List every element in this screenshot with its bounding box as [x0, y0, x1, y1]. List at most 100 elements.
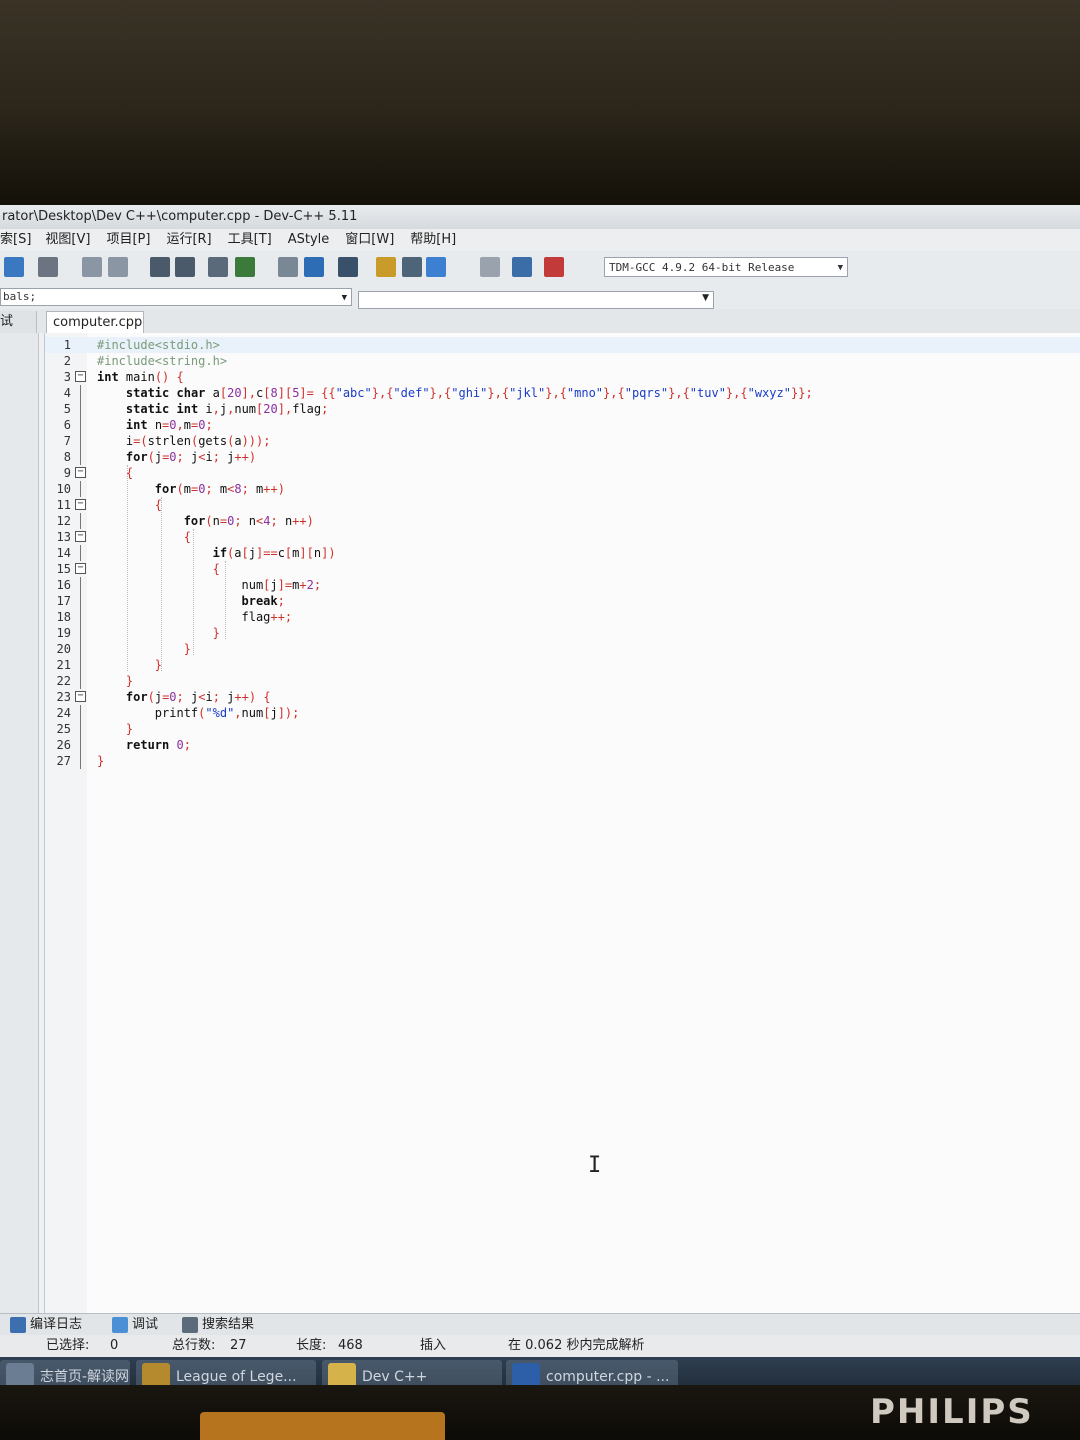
code-text: num[j]=m+2; [97, 578, 322, 592]
menu-item-7[interactable]: 帮助[H] [410, 229, 456, 251]
tab-debug[interactable]: 调试 [110, 1314, 158, 1336]
taskbar-item-1[interactable]: League of Lege... [136, 1360, 316, 1385]
class-combo[interactable]: bals; ▼ [0, 288, 352, 306]
code-line[interactable]: 3− int main() { [45, 369, 1080, 385]
close-icon[interactable] [480, 257, 500, 277]
code-line[interactable]: 4 static char a[20],c[8][5]= {{"abc"},{"… [45, 385, 1080, 401]
redo-icon[interactable] [108, 257, 128, 277]
line-number: 5 [63, 402, 71, 416]
check-icon[interactable] [426, 257, 446, 277]
code-line[interactable]: 12 for(n=0; n<4; n++) [45, 513, 1080, 529]
class-toolbar: bals; ▼ ▼ [0, 285, 1080, 309]
taskbar-item-2[interactable]: Dev C++ [322, 1360, 502, 1385]
code-text: printf("%d",num[j]); [97, 706, 300, 720]
code-line[interactable]: 20 } [45, 641, 1080, 657]
compiler-select-value: TDM-GCC 4.9.2 64-bit Release [609, 261, 795, 274]
tiles-icon[interactable] [402, 257, 422, 277]
taskbar-item-label: Dev C++ [362, 1369, 428, 1385]
code-line[interactable]: 7 i=(strlen(gets(a))); [45, 433, 1080, 449]
code-line[interactable]: 9− { [45, 465, 1080, 481]
function-combo[interactable]: ▼ [358, 291, 714, 309]
code-line[interactable]: 23− for(j=0; j<i; j++) { [45, 689, 1080, 705]
fold-toggle-icon[interactable]: − [75, 467, 86, 478]
code-line[interactable]: 13− { [45, 529, 1080, 545]
profile-icon[interactable] [544, 257, 564, 277]
fold-line [80, 737, 81, 753]
replace-icon[interactable] [175, 257, 195, 277]
fold-line [80, 433, 81, 449]
code-line[interactable]: 15− { [45, 561, 1080, 577]
window-icon[interactable] [338, 257, 358, 277]
code-line[interactable]: 14 if(a[j]==c[m][n]) [45, 545, 1080, 561]
find-icon[interactable] [150, 257, 170, 277]
grid-icon[interactable] [304, 257, 324, 277]
code-text: static char a[20],c[8][5]= {{"abc"},{"de… [125, 386, 813, 400]
code-line[interactable]: 2 #include<string.h> [45, 353, 1080, 369]
tab-search-results[interactable]: 搜索结果 [180, 1314, 254, 1336]
menu-item-1[interactable]: 视图[V] [45, 229, 90, 251]
fold-toggle-icon[interactable]: − [75, 499, 86, 510]
code-line[interactable]: 27} [45, 753, 1080, 769]
line-number: 4 [63, 386, 71, 400]
code-line[interactable]: 19 } [45, 625, 1080, 641]
check-icon [112, 1317, 128, 1333]
code-line[interactable]: 11− { [45, 497, 1080, 513]
tab-debug-panel[interactable]: 试 [0, 311, 37, 333]
background-object [200, 1412, 445, 1440]
fold-line [80, 657, 81, 673]
line-number: 2 [63, 354, 71, 368]
taskbar-item-0[interactable]: 志首页-解读网 [0, 1360, 130, 1385]
indent-icon[interactable] [208, 257, 228, 277]
monitor-brand-logo: PHILIPS [870, 1392, 1034, 1432]
tab-search-results-label: 搜索结果 [202, 1317, 255, 1332]
tab-compile-log[interactable]: 编译日志 [8, 1314, 82, 1336]
menu-item-5[interactable]: AStyle [288, 229, 330, 251]
code-line[interactable]: 1 #include<stdio.h> [45, 337, 1080, 353]
fold-line [80, 449, 81, 465]
fold-toggle-icon[interactable]: − [75, 563, 86, 574]
fold-toggle-icon[interactable]: − [75, 371, 86, 382]
print-icon[interactable] [38, 257, 58, 277]
new-file-icon[interactable] [4, 257, 24, 277]
fold-line [80, 577, 81, 593]
class-combo-value: bals; [3, 290, 37, 303]
unindent-icon[interactable] [235, 257, 255, 277]
line-number: 25 [56, 722, 71, 736]
code-line[interactable]: 25 } [45, 721, 1080, 737]
chart-icon[interactable] [512, 257, 532, 277]
tab-computer-cpp[interactable]: computer.cpp [46, 311, 144, 333]
compiler-select[interactable]: TDM-GCC 4.9.2 64-bit Release ▼ [604, 257, 848, 277]
code-text: } [154, 658, 163, 672]
code-text: flag++; [97, 610, 293, 624]
code-line[interactable]: 18 flag++; [45, 609, 1080, 625]
fold-line [80, 721, 81, 737]
code-line[interactable]: 24 printf("%d",num[j]); [45, 705, 1080, 721]
line-number: 14 [56, 546, 71, 560]
code-line[interactable]: 5 static int i,j,num[20],flag; [45, 401, 1080, 417]
code-editor[interactable]: 1 #include<stdio.h> 2 #include<string.h> 3− i… [44, 333, 1080, 1313]
code-line[interactable]: 17 break; [45, 593, 1080, 609]
status-selected-label: 已选择: [46, 1338, 90, 1353]
fold-toggle-icon[interactable]: − [75, 691, 86, 702]
code-line[interactable]: 6 int n=0,m=0; [45, 417, 1080, 433]
code-text: return 0; [125, 738, 191, 752]
menu-item-3[interactable]: 运行[R] [166, 229, 211, 251]
menu-item-2[interactable]: 项目[P] [106, 229, 150, 251]
code-line[interactable]: 8 for(j=0; j<i; j++) [45, 449, 1080, 465]
menu-item-4[interactable]: 工具[T] [228, 229, 272, 251]
menu-item-0[interactable]: 索[S] [0, 229, 31, 251]
code-line[interactable]: 21 } [45, 657, 1080, 673]
layout-icon[interactable] [376, 257, 396, 277]
code-line[interactable]: 26 return 0; [45, 737, 1080, 753]
bookmark-icon[interactable] [278, 257, 298, 277]
menu-item-6[interactable]: 窗口[W] [345, 229, 394, 251]
fold-toggle-icon[interactable]: − [75, 531, 86, 542]
undo-icon[interactable] [82, 257, 102, 277]
taskbar-item-3[interactable]: computer.cpp - ... [506, 1360, 678, 1385]
fold-line [80, 625, 81, 641]
code-text: { [125, 466, 134, 480]
code-line[interactable]: 16 num[j]=m+2; [45, 577, 1080, 593]
line-number: 11 [56, 498, 71, 512]
code-line[interactable]: 22 } [45, 673, 1080, 689]
code-line[interactable]: 10 for(m=0; m<8; m++) [45, 481, 1080, 497]
